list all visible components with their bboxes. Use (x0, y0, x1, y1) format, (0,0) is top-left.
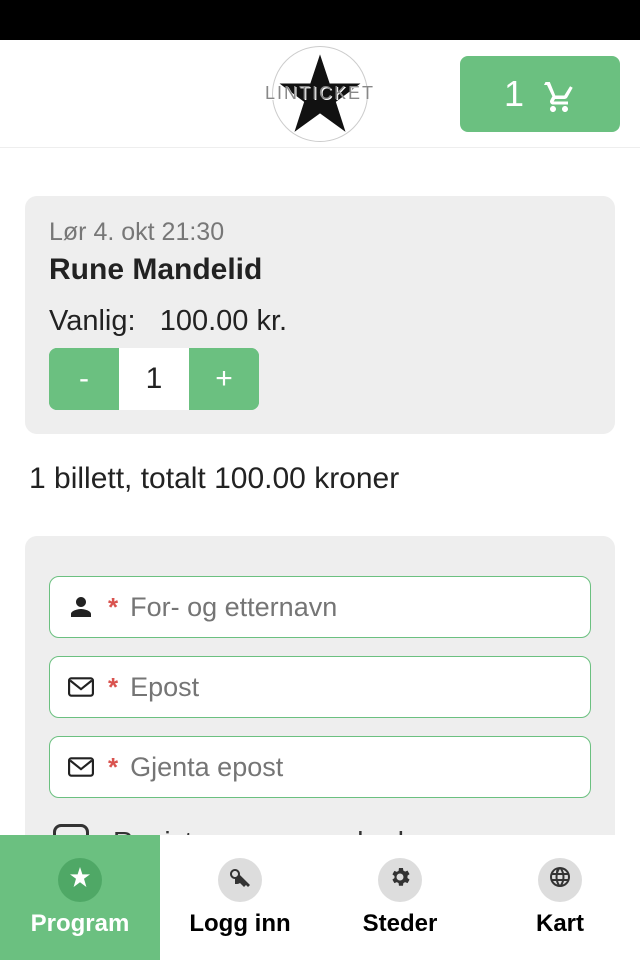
envelope-icon (66, 757, 96, 777)
ticket-type: Vanlig: (49, 305, 136, 337)
nav-program[interactable]: Program (0, 835, 160, 960)
header: LINTICKET 1 (0, 40, 640, 148)
envelope-icon (66, 677, 96, 697)
event-panel: Lør 4. okt 21:30 Rune Mandelid Vanlig: 1… (25, 196, 615, 434)
star-icon (68, 865, 92, 894)
quantity-value: 1 (119, 348, 189, 410)
cart-icon (536, 76, 576, 112)
price-row: Vanlig: 100.00 kr. (49, 305, 591, 338)
nav-login[interactable]: Logg inn (160, 835, 320, 960)
bottom-nav: Program Logg inn Steder Kart (0, 835, 640, 960)
email-repeat-field-wrap[interactable]: * (49, 736, 591, 798)
order-summary: 1 billett, totalt 100.00 kroner (29, 462, 611, 496)
gear-icon (388, 865, 412, 894)
email-field-wrap[interactable]: * (49, 656, 591, 718)
status-bar (0, 0, 640, 40)
decrease-button[interactable]: - (49, 348, 119, 410)
quantity-stepper: - 1 + (49, 348, 259, 410)
increase-button[interactable]: + (189, 348, 259, 410)
event-title: Rune Mandelid (49, 253, 591, 287)
nav-map[interactable]: Kart (480, 835, 640, 960)
required-mark: * (108, 672, 118, 703)
nav-program-label: Program (31, 910, 130, 938)
logo[interactable]: LINTICKET (272, 46, 368, 142)
email-input[interactable] (130, 672, 574, 703)
key-icon (228, 865, 252, 894)
nav-map-label: Kart (536, 910, 584, 938)
name-input[interactable] (130, 592, 574, 623)
required-mark: * (108, 752, 118, 783)
nav-places-label: Steder (363, 910, 438, 938)
email-repeat-input[interactable] (130, 752, 574, 783)
checkout-form: * * * Registrer meg som bruker (25, 536, 615, 884)
person-icon (66, 595, 96, 619)
logo-text: LINTICKET (265, 83, 375, 104)
nav-login-label: Logg inn (189, 910, 290, 938)
cart-button[interactable]: 1 (460, 56, 620, 132)
cart-count: 1 (504, 73, 524, 115)
nav-places[interactable]: Steder (320, 835, 480, 960)
required-mark: * (108, 592, 118, 623)
globe-icon (548, 865, 572, 894)
event-date: Lør 4. okt 21:30 (49, 218, 591, 247)
ticket-price: 100.00 kr. (160, 305, 287, 337)
name-field-wrap[interactable]: * (49, 576, 591, 638)
